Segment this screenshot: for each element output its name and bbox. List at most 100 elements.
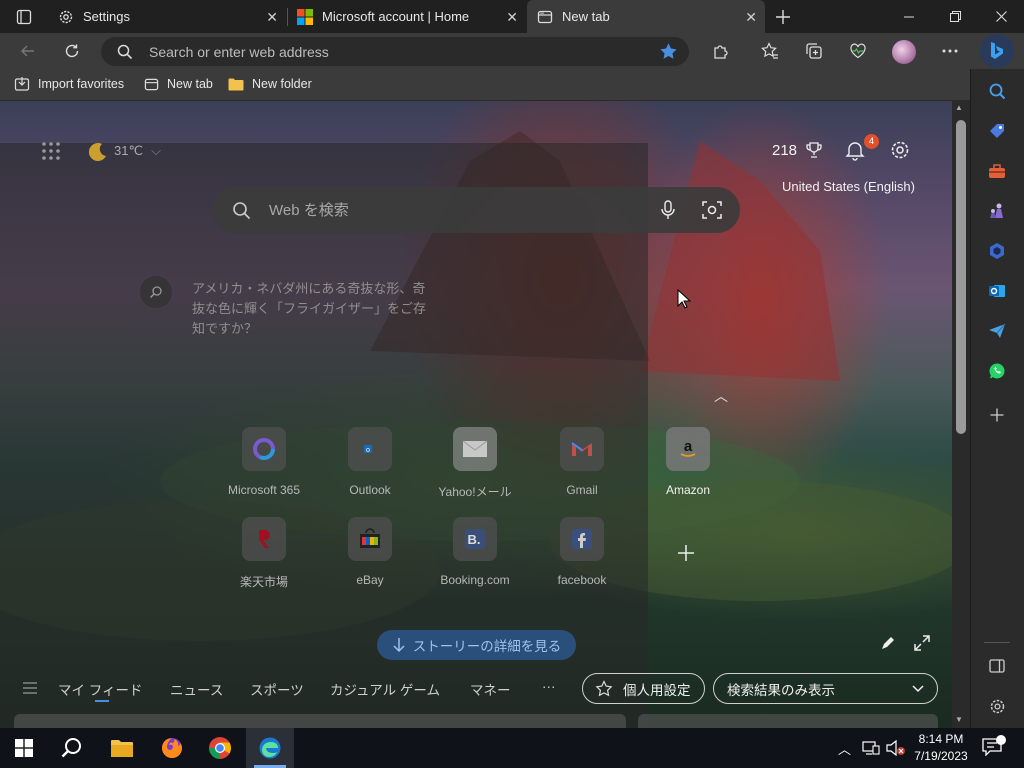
feed-tab-casual-games[interactable]: カジュアル ゲーム (330, 679, 440, 699)
quick-link-gmail[interactable]: Gmail (536, 427, 628, 497)
feed-tab-news[interactable]: ニュース (170, 679, 223, 699)
quick-link-microsoft365[interactable]: Microsoft 365 (218, 427, 310, 497)
web-search-box[interactable] (212, 187, 740, 233)
show-hidden-icons-button[interactable]: ︿ (838, 739, 851, 758)
start-button[interactable] (0, 728, 48, 768)
feed-tab-money[interactable]: マネー (470, 679, 511, 699)
taskbar-chrome[interactable] (196, 728, 244, 768)
quick-link-label: Outlook (349, 483, 391, 497)
sidebar-shopping-button[interactable] (983, 117, 1011, 145)
add-quick-link-button[interactable] (676, 543, 698, 565)
extensions-button[interactable] (705, 36, 737, 66)
restore-button[interactable] (932, 0, 978, 33)
notifications-button[interactable]: 4 (844, 134, 879, 163)
refresh-button[interactable] (56, 36, 88, 66)
favorite-new-tab[interactable]: New tab (144, 69, 213, 99)
feed-menu-button[interactable] (22, 681, 38, 695)
facebook-icon (560, 517, 604, 561)
sidebar-microsoft365-button[interactable] (983, 237, 1011, 265)
quick-link-yahoo-mail[interactable]: Yahoo!メール (429, 427, 521, 500)
sidebar-games-button[interactable] (983, 197, 1011, 225)
close-tab-button[interactable]: ✕ (506, 9, 518, 26)
visual-search-icon[interactable] (702, 200, 722, 220)
apps-launcher-button[interactable] (40, 140, 62, 162)
address-input[interactable] (147, 41, 627, 62)
quick-link-amazon[interactable]: a Amazon (642, 427, 734, 497)
quick-link-facebook[interactable]: facebook (536, 517, 628, 587)
feed-tab-sports[interactable]: スポーツ (250, 679, 304, 699)
personalize-button[interactable]: 個人用設定 (582, 673, 705, 704)
sidebar-add-button[interactable] (983, 401, 1011, 429)
minimize-button[interactable] (886, 0, 932, 33)
action-center-button[interactable] (982, 735, 1006, 761)
volume-muted-icon[interactable] (886, 739, 906, 761)
network-icon[interactable] (862, 740, 880, 761)
close-tab-button[interactable]: ✕ (266, 9, 278, 26)
close-tab-button[interactable]: ✕ (745, 9, 757, 26)
see-more-stories-button[interactable]: ストーリーの詳細を見る (377, 630, 576, 660)
gmail-icon (560, 427, 604, 471)
favorite-import[interactable]: Import favorites (14, 69, 124, 99)
hide-sidebar-button[interactable] (983, 652, 1011, 680)
image-fact[interactable]: アメリカ・ネバダ州にある奇抜な形、奇 抜な色に輝く「フライガイザー」をご存 知で… (192, 279, 462, 339)
browser-essentials-button[interactable] (842, 36, 874, 66)
clock[interactable]: 8:14 PM 7/19/2023 (906, 731, 976, 765)
outlook-icon: o (348, 427, 392, 471)
feed-more-button[interactable]: ··· (542, 679, 556, 694)
quick-link-label: 楽天市場 (239, 575, 288, 589)
sidebar-whatsapp-button[interactable] (983, 357, 1011, 385)
quick-link-booking[interactable]: B. Booking.com (429, 517, 521, 587)
taskbar-edge[interactable] (246, 728, 294, 768)
scroll-down-arrow-icon[interactable]: ▼ (955, 715, 963, 724)
favorite-new-folder[interactable]: New folder (228, 69, 312, 99)
favorite-star-icon[interactable] (659, 42, 678, 61)
see-more-stories-label: ストーリーの詳細を見る (412, 639, 562, 654)
close-window-button[interactable] (978, 0, 1024, 33)
chevron-down-icon: ⌵ (151, 143, 161, 158)
favorites-button[interactable] (754, 36, 786, 66)
active-tab-indicator (95, 700, 109, 702)
sidebar-drop-button[interactable] (983, 317, 1011, 345)
tab-actions-button[interactable] (10, 6, 38, 28)
collections-button[interactable] (798, 36, 830, 66)
view-mode-select[interactable]: 検索結果のみ表示 (713, 673, 938, 704)
sidebar-settings-button[interactable] (983, 692, 1011, 720)
locale-label[interactable]: United States (English) (782, 179, 915, 194)
collections-icon (806, 43, 822, 59)
tab-microsoft-account[interactable]: Microsoft account | Home ✕ (288, 0, 526, 33)
sidebar-divider (984, 642, 1010, 643)
taskbar-firefox[interactable] (148, 728, 196, 768)
new-tab-button[interactable] (770, 4, 796, 30)
scroll-up-arrow-icon[interactable]: ▲ (955, 103, 963, 112)
scrollbar-thumb[interactable] (956, 120, 966, 434)
favorite-label: New folder (252, 77, 312, 91)
tab-new-tab[interactable]: New tab ✕ (527, 0, 765, 33)
web-search-input[interactable] (267, 199, 627, 221)
collapse-chevron-icon[interactable]: ︿ (714, 386, 728, 406)
taskbar-file-explorer[interactable] (98, 728, 146, 768)
fullscreen-button[interactable] (914, 635, 932, 653)
taskbar-search-button[interactable] (48, 728, 96, 768)
edit-background-button[interactable] (880, 635, 898, 653)
sidebar-outlook-button[interactable] (983, 277, 1011, 305)
settings-and-more-button[interactable] (934, 36, 966, 66)
back-button[interactable] (12, 36, 44, 66)
sidebar-tools-button[interactable] (983, 157, 1011, 185)
page-settings-button[interactable] (889, 139, 911, 161)
feed-card-left (14, 714, 626, 728)
tab-title: Microsoft account | Home (322, 9, 470, 24)
address-bar[interactable] (101, 37, 689, 66)
rewards-points[interactable]: 218 (772, 141, 823, 159)
feed-tab-my-feed[interactable]: マイ フィード (58, 679, 142, 699)
profile-avatar[interactable] (892, 40, 916, 64)
weather-widget[interactable]: 31℃ ⌵ (84, 139, 161, 163)
bing-copilot-button[interactable] (980, 34, 1014, 68)
quick-link-outlook[interactable]: o Outlook (324, 427, 416, 497)
quick-link-ebay[interactable]: eBay (324, 517, 416, 587)
quick-link-rakuten[interactable]: 楽天市場 (218, 517, 310, 590)
sidebar-search-button[interactable] (983, 77, 1011, 105)
microphone-icon[interactable] (660, 200, 676, 220)
plus-icon (678, 545, 694, 561)
search-icon (989, 83, 1005, 99)
tab-settings[interactable]: Settings ✕ (48, 0, 286, 33)
